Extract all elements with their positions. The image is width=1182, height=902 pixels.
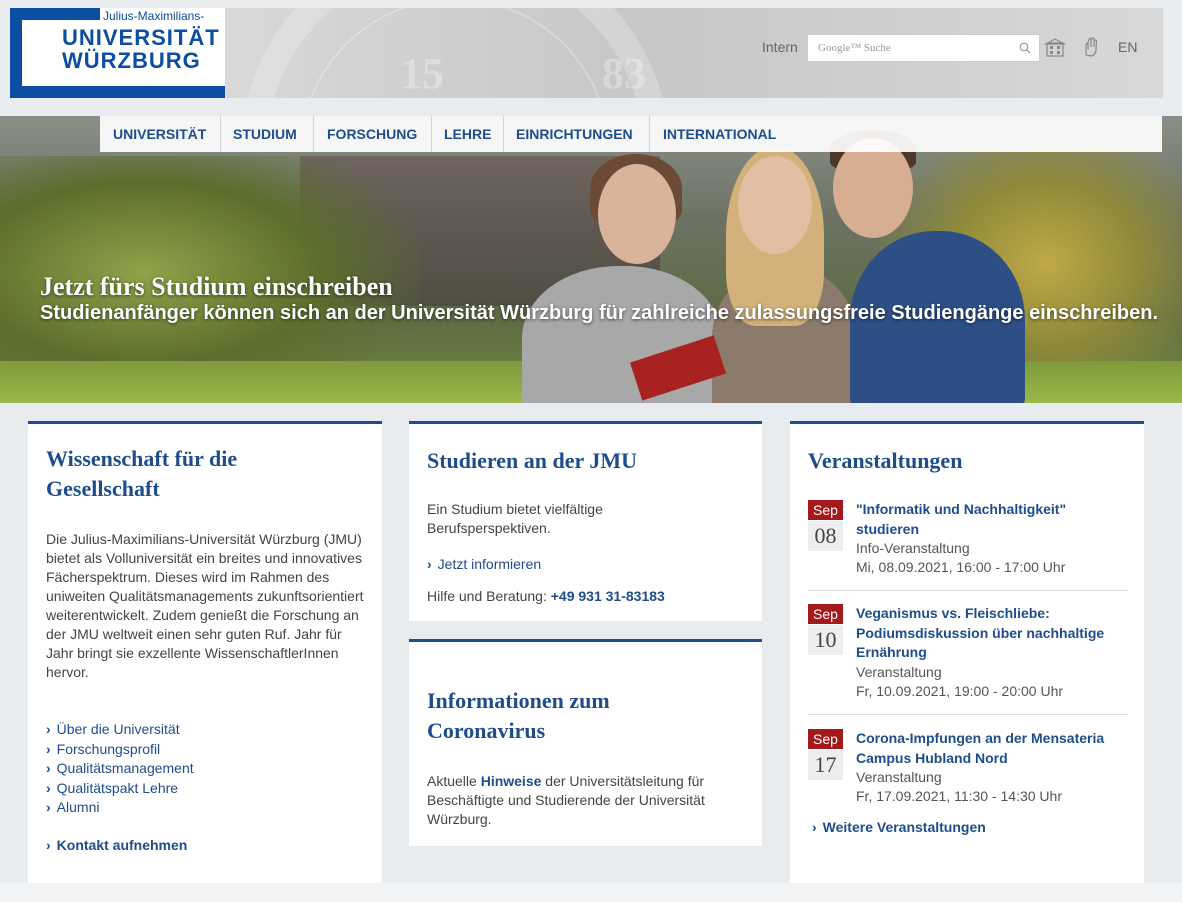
link-alumni[interactable]: › Alumni xyxy=(46,798,194,818)
event-day: 08 xyxy=(808,521,843,551)
intern-link[interactable]: Intern xyxy=(762,39,798,55)
event-day: 10 xyxy=(808,625,843,655)
nav-universitaet[interactable]: UNIVERSITÄT xyxy=(113,126,206,142)
event-item[interactable]: Sep 08 "Informatik und Nachhaltigkeit" s… xyxy=(808,500,1128,580)
search-input[interactable]: Google™ Suche xyxy=(807,34,1040,62)
main-navigation: UNIVERSITÄT STUDIUM FORSCHUNG LEHRE EINR… xyxy=(100,116,1162,152)
divider xyxy=(808,590,1128,591)
sign-language-icon[interactable] xyxy=(1080,37,1102,59)
event-month-badge: Sep xyxy=(808,604,843,624)
chevron-right-icon: › xyxy=(427,556,432,572)
language-switch-en[interactable]: EN xyxy=(1118,39,1137,55)
event-month-badge: Sep xyxy=(808,500,843,520)
chevron-right-icon: › xyxy=(46,779,51,796)
link-forschungsprofil[interactable]: › Forschungsprofil xyxy=(46,740,194,760)
event-month-badge: Sep xyxy=(808,729,843,749)
event-day: 17 xyxy=(808,750,843,780)
logo-tagline: Julius-Maximilians- xyxy=(101,9,207,23)
link-kontakt[interactable]: › Kontakt aufnehmen xyxy=(46,836,187,856)
event-title[interactable]: Veganismus vs. Fleischliebe: Podiumsdisk… xyxy=(856,604,1131,663)
logo-wordmark: UNIVERSITÄT WÜRZBURG xyxy=(62,25,220,73)
card-title: Informationen zum Coronavirus xyxy=(427,688,610,743)
hero-banner[interactable]: UNIVERSITÄT STUDIUM FORSCHUNG LEHRE EINR… xyxy=(0,116,1182,403)
card-events: Veranstaltungen Sep 08 "Informatik und N… xyxy=(790,421,1144,883)
event-date: Fr, 10.09.2021, 19:00 - 20:00 Uhr xyxy=(856,683,1064,699)
search-icon[interactable] xyxy=(1019,42,1031,54)
event-type: Veranstaltung xyxy=(856,664,942,680)
divider xyxy=(808,714,1128,715)
nav-einrichtungen[interactable]: EINRICHTUNGEN xyxy=(516,126,633,142)
seal-number-right: 83 xyxy=(602,49,646,98)
event-date: Fr, 17.09.2021, 11:30 - 14:30 Uhr xyxy=(856,788,1062,804)
card-title: Studieren an der JMU xyxy=(427,448,638,473)
card-body: Ein Studium bietet vielfältige Berufsper… xyxy=(427,501,603,536)
chevron-right-icon: › xyxy=(812,819,817,835)
phone-link[interactable]: +49 931 31-83183 xyxy=(551,588,665,604)
card-title: Veranstaltungen xyxy=(808,448,963,473)
chevron-right-icon: › xyxy=(46,799,51,815)
event-type: Veranstaltung xyxy=(856,769,942,785)
link-hinweise[interactable]: Hinweise xyxy=(481,773,542,789)
card-coronavirus: Informationen zum Coronavirus Aktuelle H… xyxy=(409,639,762,846)
event-item[interactable]: Sep 17 Corona-Impfungen an der Mensateri… xyxy=(808,729,1128,809)
link-qualitaetspakt-lehre[interactable]: › Qualitätspakt Lehre xyxy=(46,779,194,799)
card-body: Die Julius-Maximilians-Universität Würzb… xyxy=(46,531,364,680)
card-title: Wissenschaft für die Gesellschaft xyxy=(46,446,238,501)
nav-lehre[interactable]: LEHRE xyxy=(444,126,491,142)
event-title[interactable]: Corona-Impfungen an der Mensateria Campu… xyxy=(856,729,1131,768)
event-date: Mi, 08.09.2021, 16:00 - 17:00 Uhr xyxy=(856,559,1066,575)
event-item[interactable]: Sep 10 Veganismus vs. Fleischliebe: Podi… xyxy=(808,604,1128,704)
link-jetzt-informieren[interactable]: › Jetzt informieren xyxy=(427,555,541,575)
link-list: › Über die Universität › Forschungsprofil … xyxy=(46,720,194,818)
card-body: Aktuelle Hinweise der Universitätsleitun… xyxy=(427,773,705,827)
link-qualitaetsmanagement[interactable]: › Qualitätsmanagement xyxy=(46,759,194,779)
hero-subtitle[interactable]: Studienanfänger können sich an der Unive… xyxy=(40,303,1160,323)
hero-title[interactable]: Jetzt fürs Studium einschreiben xyxy=(40,272,393,302)
event-title[interactable]: "Informatik und Nachhaltigkeit" studiere… xyxy=(856,500,1131,539)
nav-forschung[interactable]: FORSCHUNG xyxy=(327,126,417,142)
card-science-society: Wissenschaft für die Gesellschaft Die Ju… xyxy=(28,421,382,883)
chevron-right-icon: › xyxy=(46,740,51,757)
seal-number-left: 15 xyxy=(400,49,444,98)
chevron-right-icon: › xyxy=(46,837,51,853)
card-study: Studieren an der JMU Ein Studium bietet … xyxy=(409,421,762,621)
search-placeholder: Google™ Suche xyxy=(818,42,891,54)
chevron-right-icon: › xyxy=(46,721,51,737)
chevron-right-icon: › xyxy=(46,760,51,776)
nav-international[interactable]: INTERNATIONAL xyxy=(663,126,776,142)
building-icon[interactable] xyxy=(1044,37,1066,59)
footer-strip xyxy=(0,883,1182,902)
link-ueber-universitaet[interactable]: › Über die Universität xyxy=(46,720,194,740)
event-type: Info-Veranstaltung xyxy=(856,540,970,556)
link-weitere-veranstaltungen[interactable]: › Weitere Veranstaltungen xyxy=(812,818,986,838)
help-line: Hilfe und Beratung: +49 931 31-83183 xyxy=(427,588,665,604)
nav-studium[interactable]: STUDIUM xyxy=(233,126,297,142)
site-header: 15 83 Julius-Maximilians- UNIVERSITÄT WÜ… xyxy=(10,8,1163,98)
university-logo[interactable]: Julius-Maximilians- UNIVERSITÄT WÜRZBURG xyxy=(10,8,225,98)
